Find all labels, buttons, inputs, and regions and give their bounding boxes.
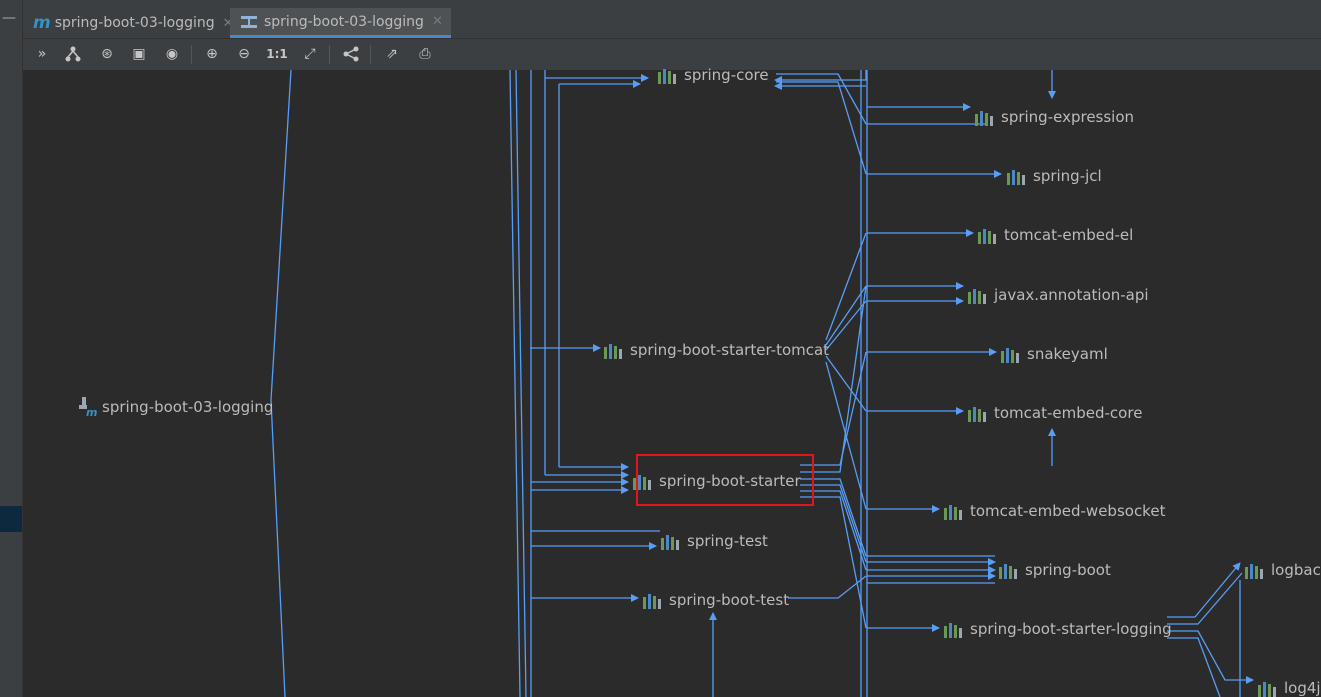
node-spring-jcl[interactable]: spring-jcl xyxy=(1007,167,1102,185)
node-label: tomcat-embed-websocket xyxy=(970,502,1166,520)
node-label: spring-boot-test xyxy=(669,591,790,609)
maven-module-icon: m xyxy=(79,397,97,419)
node-log4j[interactable]: log4j xyxy=(1258,679,1321,697)
library-icon xyxy=(1245,562,1265,579)
node-spring-boot[interactable]: spring-boot xyxy=(999,561,1111,579)
library-icon xyxy=(999,562,1019,579)
node-label: logbac xyxy=(1271,561,1321,579)
library-icon xyxy=(968,287,988,304)
node-spring-test[interactable]: spring-test xyxy=(661,532,768,550)
node-tomcat-embed-core[interactable]: tomcat-embed-core xyxy=(968,404,1142,422)
svg-text:m: m xyxy=(86,406,97,417)
library-icon xyxy=(968,405,988,422)
node-label: tomcat-embed-el xyxy=(1004,226,1134,244)
library-icon xyxy=(944,503,964,520)
node-javax-annotation-api[interactable]: javax.annotation-api xyxy=(968,286,1149,304)
root-node[interactable]: m spring-boot-03-logging xyxy=(79,397,274,419)
library-icon xyxy=(658,67,678,84)
node-label: spring-boot-starter xyxy=(659,472,801,490)
library-icon xyxy=(975,109,995,126)
node-label: tomcat-embed-core xyxy=(994,404,1143,422)
node-label: spring-boot-starter-tomcat xyxy=(630,341,830,359)
node-label: log4j xyxy=(1284,679,1321,697)
node-spring-boot-starter-logging[interactable]: spring-boot-starter-logging xyxy=(944,620,1172,638)
node-tomcat-embed-el[interactable]: tomcat-embed-el xyxy=(978,226,1133,244)
node-label: spring-boot xyxy=(1025,561,1111,579)
node-label: spring-test xyxy=(687,532,768,550)
node-tomcat-embed-websocket[interactable]: tomcat-embed-websocket xyxy=(944,502,1165,520)
library-icon xyxy=(1001,346,1021,363)
node-spring-boot-starter-tomcat[interactable]: spring-boot-starter-tomcat xyxy=(604,341,829,359)
library-icon xyxy=(1007,168,1027,185)
node-logback[interactable]: logbac xyxy=(1245,561,1321,579)
library-icon xyxy=(643,592,663,609)
node-label: spring-core xyxy=(684,66,769,84)
node-spring-boot-starter[interactable]: spring-boot-starter xyxy=(633,472,801,490)
library-icon xyxy=(978,227,998,244)
library-icon xyxy=(633,473,653,490)
node-label: spring-boot-03-logging xyxy=(102,398,274,416)
library-icon xyxy=(944,621,964,638)
node-spring-core[interactable]: spring-core xyxy=(658,66,769,84)
library-icon xyxy=(1258,680,1278,697)
node-label: spring-boot-starter-logging xyxy=(970,620,1172,638)
node-label: snakeyaml xyxy=(1027,345,1108,363)
node-snakeyaml[interactable]: snakeyaml xyxy=(1001,345,1108,363)
node-label: spring-jcl xyxy=(1033,167,1102,185)
node-label: javax.annotation-api xyxy=(994,286,1149,304)
library-icon xyxy=(661,533,681,550)
node-label: spring-expression xyxy=(1001,108,1135,126)
node-spring-expression[interactable]: spring-expression xyxy=(975,108,1134,126)
node-spring-boot-test[interactable]: spring-boot-test xyxy=(643,591,789,609)
library-icon xyxy=(604,342,624,359)
